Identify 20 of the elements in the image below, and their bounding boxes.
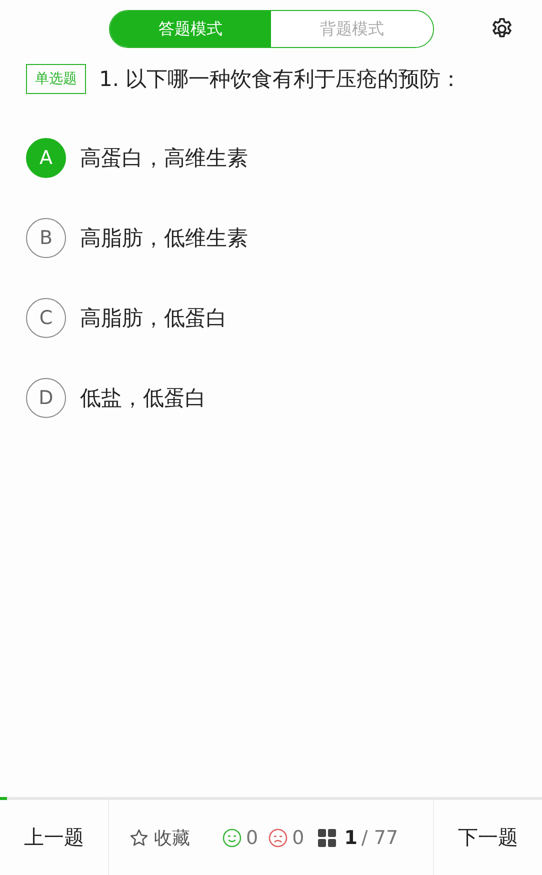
option-text[interactable]: 高脂肪，低维生素 xyxy=(80,224,248,252)
option-letter-button[interactable]: B xyxy=(26,218,66,258)
favorite-button[interactable]: 收藏 xyxy=(129,826,190,850)
next-button[interactable]: 下一题 xyxy=(434,800,542,875)
total-questions: / 77 xyxy=(361,826,398,848)
correct-count: 0 xyxy=(246,826,258,848)
option-text[interactable]: 高蛋白，高维生素 xyxy=(80,144,248,172)
current-question-number: 1 xyxy=(344,826,358,848)
option-letter-button[interactable]: D xyxy=(26,378,66,418)
option-text[interactable]: 高脂肪，低蛋白 xyxy=(80,304,227,332)
sad-face-icon xyxy=(268,828,288,848)
wrong-count: 0 xyxy=(292,826,304,848)
star-icon xyxy=(129,828,149,848)
previous-button[interactable]: 上一题 xyxy=(0,800,108,875)
question-text: 1. 以下哪一种饮食有利于压疮的预防： xyxy=(99,66,462,93)
grid-icon[interactable] xyxy=(318,828,336,846)
option-letter-button[interactable]: C xyxy=(26,298,66,338)
question-type-tag: 单选题 xyxy=(26,64,86,94)
option-text[interactable]: 低盐，低蛋白 xyxy=(80,384,206,412)
smiley-face-icon xyxy=(222,828,242,848)
